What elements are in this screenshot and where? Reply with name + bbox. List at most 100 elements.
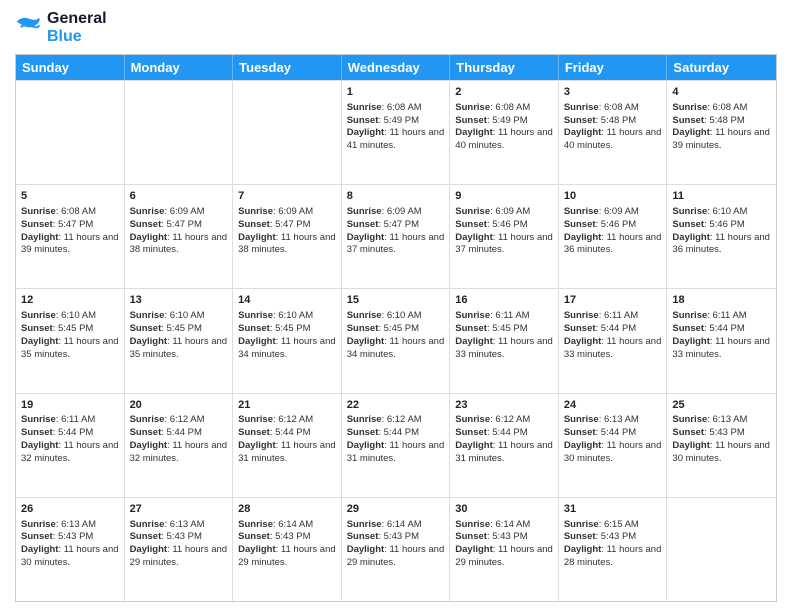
day-info-line: Daylight: 11 hours and 39 minutes. [21, 232, 119, 258]
day-number: 27 [130, 502, 228, 517]
calendar-cell-17: 17Sunrise: 6:11 AMSunset: 5:44 PMDayligh… [559, 289, 668, 392]
day-info-line: Daylight: 11 hours and 31 minutes. [347, 440, 445, 466]
day-info-line: Sunset: 5:47 PM [21, 219, 119, 232]
day-info-line: Sunset: 5:45 PM [238, 323, 336, 336]
day-info-line: Sunrise: 6:12 AM [238, 414, 336, 427]
day-info-line: Sunset: 5:43 PM [21, 531, 119, 544]
day-number: 26 [21, 502, 119, 517]
day-number: 8 [347, 189, 445, 204]
day-info-line: Sunset: 5:43 PM [130, 531, 228, 544]
day-info-line: Daylight: 11 hours and 33 minutes. [455, 336, 553, 362]
day-info-line: Daylight: 11 hours and 29 minutes. [238, 544, 336, 570]
day-info-line: Sunrise: 6:08 AM [672, 102, 771, 115]
day-info-line: Sunrise: 6:13 AM [564, 414, 662, 427]
day-info-line: Sunset: 5:49 PM [455, 115, 553, 128]
day-info-line: Sunrise: 6:10 AM [21, 310, 119, 323]
day-info-line: Sunset: 5:48 PM [564, 115, 662, 128]
day-info-line: Sunrise: 6:12 AM [130, 414, 228, 427]
day-info-line: Sunset: 5:44 PM [564, 323, 662, 336]
day-info-line: Daylight: 11 hours and 41 minutes. [347, 127, 445, 153]
calendar-cell-28: 28Sunrise: 6:14 AMSunset: 5:43 PMDayligh… [233, 498, 342, 601]
calendar-cell-8: 8Sunrise: 6:09 AMSunset: 5:47 PMDaylight… [342, 185, 451, 288]
day-number: 20 [130, 398, 228, 413]
calendar-cell-14: 14Sunrise: 6:10 AMSunset: 5:45 PMDayligh… [233, 289, 342, 392]
day-info-line: Daylight: 11 hours and 33 minutes. [672, 336, 771, 362]
day-header-friday: Friday [559, 55, 668, 80]
calendar-cell-16: 16Sunrise: 6:11 AMSunset: 5:45 PMDayligh… [450, 289, 559, 392]
day-number: 9 [455, 189, 553, 204]
day-number: 24 [564, 398, 662, 413]
calendar-cell-18: 18Sunrise: 6:11 AMSunset: 5:44 PMDayligh… [667, 289, 776, 392]
day-info-line: Daylight: 11 hours and 29 minutes. [347, 544, 445, 570]
day-number: 14 [238, 293, 336, 308]
day-info-line: Daylight: 11 hours and 35 minutes. [21, 336, 119, 362]
day-number: 29 [347, 502, 445, 517]
day-info-line: Sunrise: 6:08 AM [564, 102, 662, 115]
calendar-cell-30: 30Sunrise: 6:14 AMSunset: 5:43 PMDayligh… [450, 498, 559, 601]
calendar-cell-7: 7Sunrise: 6:09 AMSunset: 5:47 PMDaylight… [233, 185, 342, 288]
calendar-row-5: 26Sunrise: 6:13 AMSunset: 5:43 PMDayligh… [16, 497, 776, 601]
day-info-line: Daylight: 11 hours and 33 minutes. [564, 336, 662, 362]
day-info-line: Sunset: 5:49 PM [347, 115, 445, 128]
day-info-line: Daylight: 11 hours and 29 minutes. [455, 544, 553, 570]
day-info-line: Sunrise: 6:09 AM [564, 206, 662, 219]
day-info-line: Sunrise: 6:13 AM [21, 519, 119, 532]
day-info-line: Sunrise: 6:10 AM [130, 310, 228, 323]
calendar-cell-31: 31Sunrise: 6:15 AMSunset: 5:43 PMDayligh… [559, 498, 668, 601]
calendar-cell-22: 22Sunrise: 6:12 AMSunset: 5:44 PMDayligh… [342, 394, 451, 497]
calendar-cell-empty-0-2 [233, 81, 342, 184]
calendar-cell-19: 19Sunrise: 6:11 AMSunset: 5:44 PMDayligh… [16, 394, 125, 497]
page: General Blue SundayMondayTuesdayWednesda… [0, 0, 792, 612]
day-info-line: Daylight: 11 hours and 32 minutes. [21, 440, 119, 466]
calendar-cell-15: 15Sunrise: 6:10 AMSunset: 5:45 PMDayligh… [342, 289, 451, 392]
day-info-line: Sunrise: 6:11 AM [455, 310, 553, 323]
day-info-line: Sunset: 5:45 PM [130, 323, 228, 336]
day-header-sunday: Sunday [16, 55, 125, 80]
day-number: 1 [347, 85, 445, 100]
day-info-line: Sunrise: 6:11 AM [672, 310, 771, 323]
header: General Blue [15, 10, 777, 46]
day-number: 30 [455, 502, 553, 517]
day-info-line: Sunset: 5:46 PM [672, 219, 771, 232]
day-info-line: Sunset: 5:47 PM [347, 219, 445, 232]
calendar-row-4: 19Sunrise: 6:11 AMSunset: 5:44 PMDayligh… [16, 393, 776, 497]
day-info-line: Daylight: 11 hours and 28 minutes. [564, 544, 662, 570]
day-info-line: Sunrise: 6:10 AM [238, 310, 336, 323]
calendar-row-2: 5Sunrise: 6:08 AMSunset: 5:47 PMDaylight… [16, 184, 776, 288]
day-number: 18 [672, 293, 771, 308]
day-info-line: Daylight: 11 hours and 29 minutes. [130, 544, 228, 570]
day-info-line: Sunset: 5:46 PM [564, 219, 662, 232]
day-info-line: Sunset: 5:43 PM [672, 427, 771, 440]
calendar-cell-20: 20Sunrise: 6:12 AMSunset: 5:44 PMDayligh… [125, 394, 234, 497]
day-info-line: Daylight: 11 hours and 38 minutes. [130, 232, 228, 258]
day-header-saturday: Saturday [667, 55, 776, 80]
calendar-cell-1: 1Sunrise: 6:08 AMSunset: 5:49 PMDaylight… [342, 81, 451, 184]
day-info-line: Daylight: 11 hours and 40 minutes. [455, 127, 553, 153]
day-info-line: Daylight: 11 hours and 31 minutes. [238, 440, 336, 466]
calendar: SundayMondayTuesdayWednesdayThursdayFrid… [15, 54, 777, 602]
day-info-line: Sunset: 5:43 PM [238, 531, 336, 544]
day-number: 11 [672, 189, 771, 204]
calendar-body: 1Sunrise: 6:08 AMSunset: 5:49 PMDaylight… [16, 80, 776, 601]
day-number: 5 [21, 189, 119, 204]
day-info-line: Sunset: 5:44 PM [564, 427, 662, 440]
day-info-line: Sunrise: 6:10 AM [672, 206, 771, 219]
day-info-line: Sunrise: 6:08 AM [21, 206, 119, 219]
day-number: 16 [455, 293, 553, 308]
day-number: 21 [238, 398, 336, 413]
calendar-cell-4: 4Sunrise: 6:08 AMSunset: 5:48 PMDaylight… [667, 81, 776, 184]
day-info-line: Daylight: 11 hours and 34 minutes. [347, 336, 445, 362]
calendar-cell-26: 26Sunrise: 6:13 AMSunset: 5:43 PMDayligh… [16, 498, 125, 601]
day-header-wednesday: Wednesday [342, 55, 451, 80]
day-number: 25 [672, 398, 771, 413]
day-info-line: Sunset: 5:43 PM [455, 531, 553, 544]
day-number: 6 [130, 189, 228, 204]
day-info-line: Sunset: 5:44 PM [455, 427, 553, 440]
calendar-cell-empty-0-1 [125, 81, 234, 184]
day-number: 10 [564, 189, 662, 204]
day-info-line: Sunset: 5:47 PM [238, 219, 336, 232]
calendar-header: SundayMondayTuesdayWednesdayThursdayFrid… [16, 55, 776, 80]
day-info-line: Daylight: 11 hours and 39 minutes. [672, 127, 771, 153]
day-info-line: Daylight: 11 hours and 31 minutes. [455, 440, 553, 466]
day-info-line: Sunrise: 6:12 AM [347, 414, 445, 427]
